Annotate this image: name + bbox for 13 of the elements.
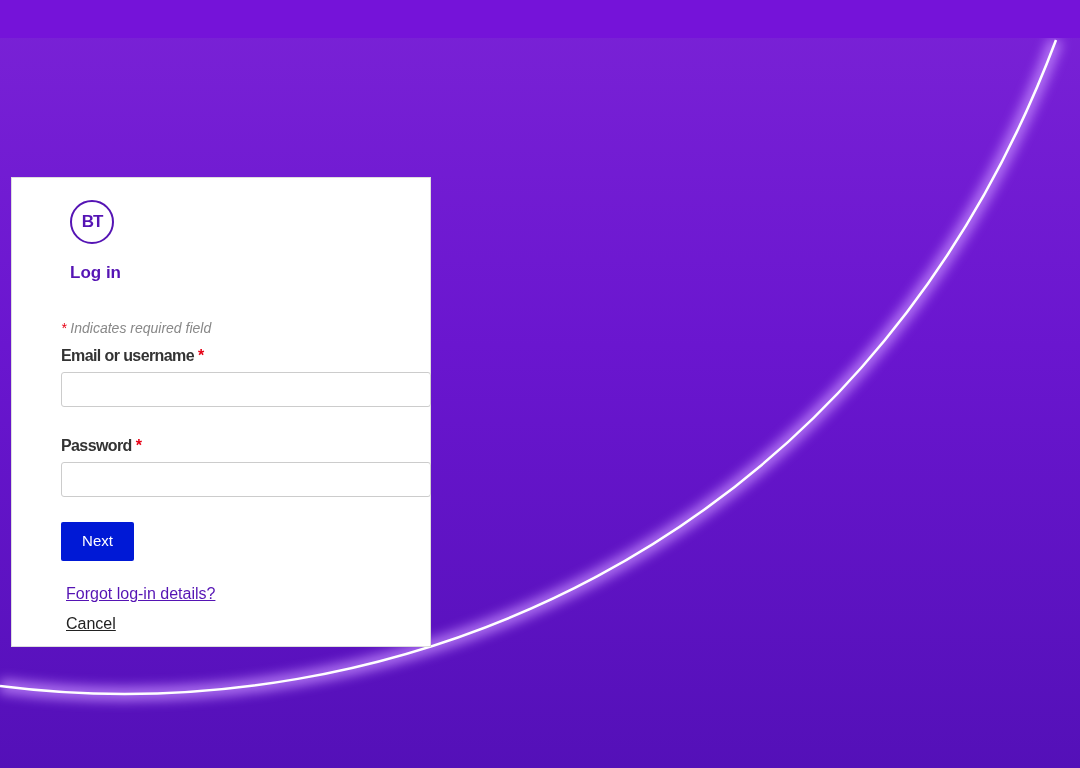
required-mark: * bbox=[135, 436, 142, 456]
required-mark: * bbox=[198, 346, 204, 366]
bt-logo: BT bbox=[70, 200, 114, 244]
next-button[interactable]: Next bbox=[61, 522, 134, 561]
required-mark: * bbox=[61, 320, 67, 336]
password-field[interactable] bbox=[61, 462, 431, 497]
forgot-details-link[interactable]: Forgot log-in details? bbox=[66, 583, 216, 604]
cancel-link[interactable]: Cancel bbox=[66, 613, 116, 634]
email-field[interactable] bbox=[61, 372, 431, 407]
field-label: Password bbox=[61, 436, 132, 456]
field-label: Email or username bbox=[61, 346, 194, 366]
required-note: Indicates required field bbox=[70, 320, 212, 336]
page-heading: Log in bbox=[70, 262, 121, 284]
